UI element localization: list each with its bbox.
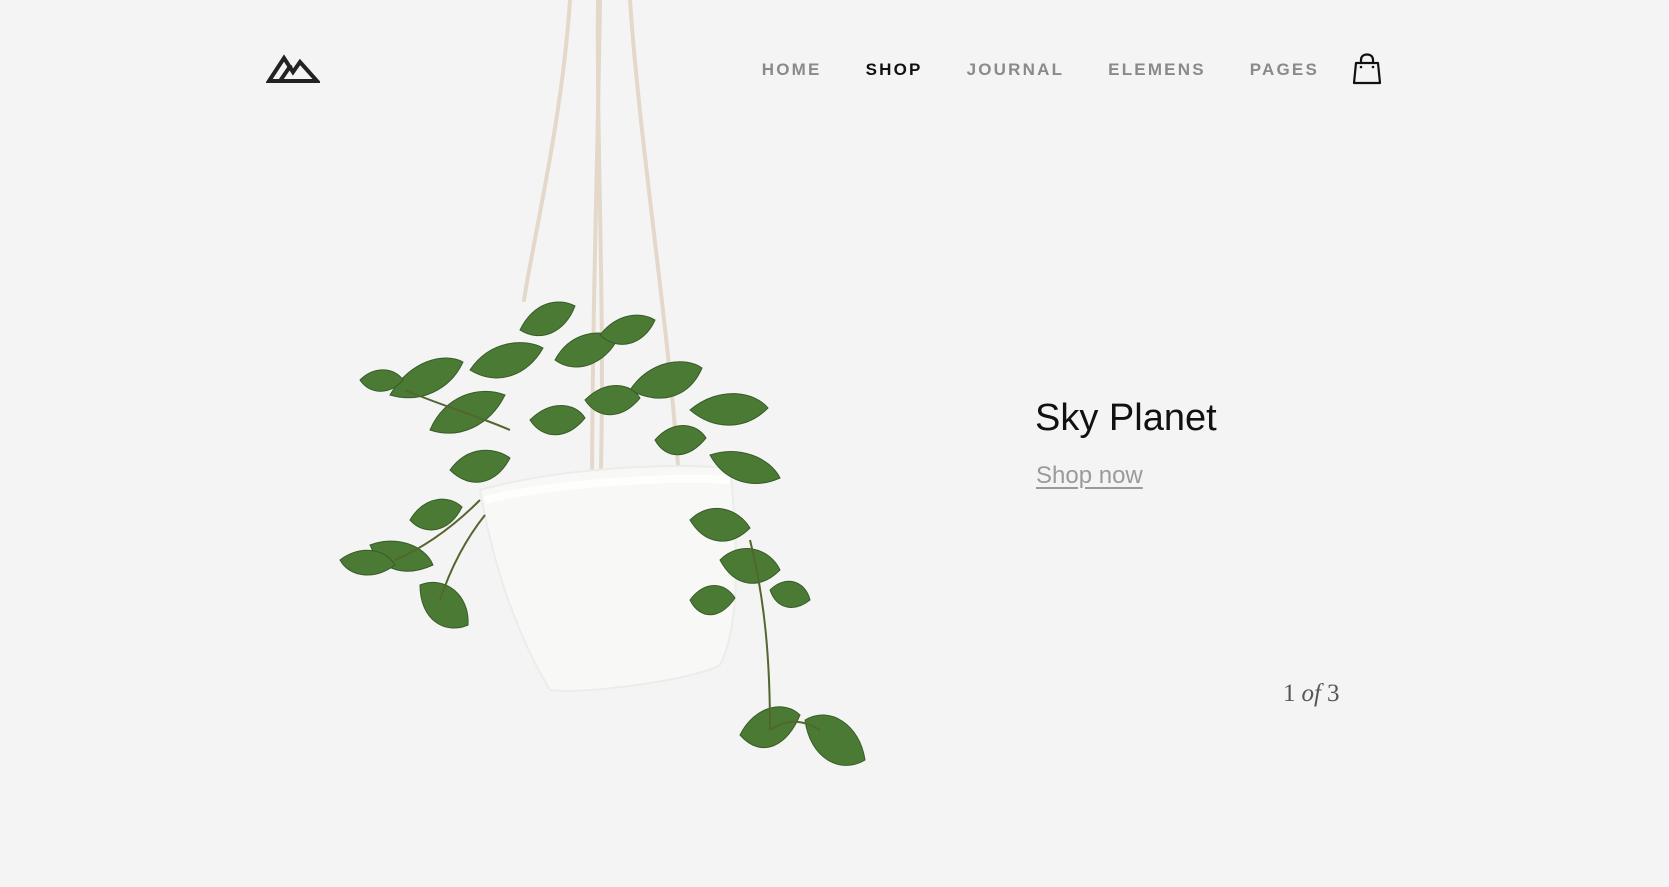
shopping-bag-icon[interactable] bbox=[1352, 53, 1382, 85]
nav-elements[interactable]: ELEMENS bbox=[1108, 60, 1206, 80]
hanging-plant-image bbox=[339, 0, 866, 766]
slide-total: 3 bbox=[1326, 680, 1340, 707]
pot bbox=[478, 465, 737, 692]
slide-of-text: of bbox=[1301, 680, 1321, 707]
slide-current: 1 bbox=[1283, 680, 1296, 707]
shop-now-link[interactable]: Shop now bbox=[1036, 462, 1143, 490]
nav-pages[interactable]: PAGES bbox=[1250, 60, 1319, 80]
slide-title: Sky Planet bbox=[1035, 397, 1217, 439]
nav-journal[interactable]: JOURNAL bbox=[967, 60, 1065, 80]
hero-page: HOME SHOP JOURNAL ELEMENS PAGES Sky Plan… bbox=[0, 0, 1669, 887]
slide-counter: 1 of 3 bbox=[1283, 680, 1339, 708]
